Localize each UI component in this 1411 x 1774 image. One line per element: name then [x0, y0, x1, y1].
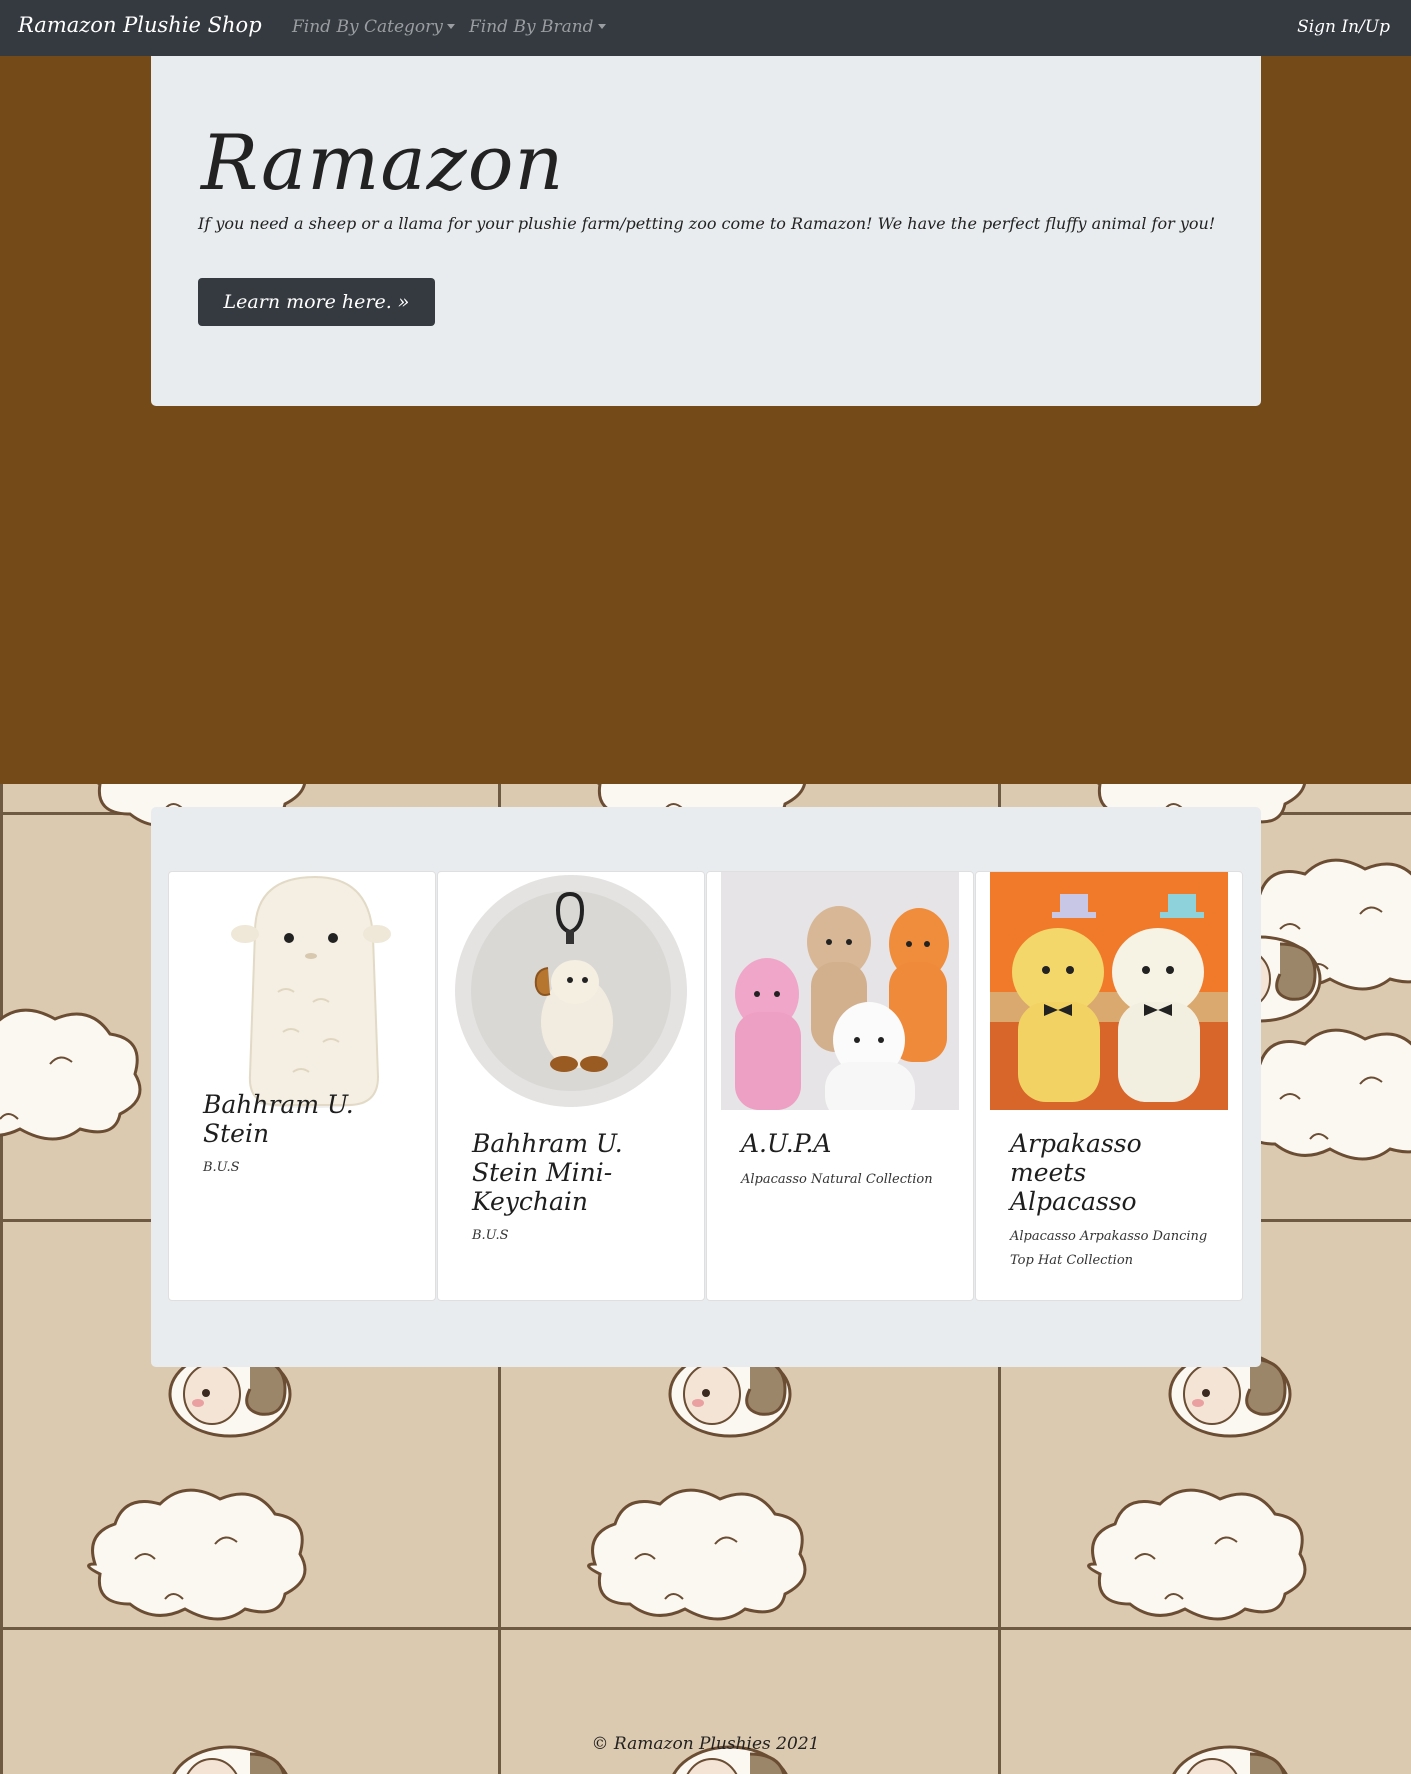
sign-in-up-link[interactable]: Sign In/Up	[1297, 17, 1390, 37]
product-brand: Alpacasso Natural Collection	[741, 1172, 933, 1187]
top-hat-alpacas-illustration	[990, 872, 1228, 1110]
sheep-plush-illustration	[183, 872, 421, 1110]
product-title[interactable]: Bahhram U. Stein Mini-Keychain	[472, 1129, 672, 1216]
ram-keychain-illustration	[452, 872, 690, 1110]
product-image-alpaca-group[interactable]	[721, 872, 959, 1110]
product-image-ram-keychain[interactable]	[452, 872, 690, 1110]
product-brand: B.U.S	[203, 1160, 240, 1175]
product-card[interactable]: A.U.P.A Alpacasso Natural Collection	[706, 871, 974, 1301]
chevron-down-icon	[446, 24, 455, 29]
product-card[interactable]: Arpakasso meets Alpacasso Alpacasso Arpa…	[975, 871, 1243, 1301]
find-by-brand-dropdown[interactable]: Find By Brand	[469, 17, 606, 37]
hero-description: If you need a sheep or a llama for your …	[198, 214, 1216, 233]
product-image-sheep-plush[interactable]	[183, 872, 421, 1110]
product-title[interactable]: Bahhram U. Stein	[203, 1090, 403, 1148]
find-by-category-dropdown[interactable]: Find By Category	[292, 17, 455, 37]
find-by-brand-label: Find By Brand	[469, 17, 594, 37]
footer-copyright: © Ramazon Plushies 2021	[591, 1734, 820, 1754]
product-image-top-hat-alpacas[interactable]	[990, 872, 1228, 1110]
product-title[interactable]: A.U.P.A	[741, 1129, 941, 1158]
brand-link[interactable]: Ramazon Plushie Shop	[18, 13, 262, 37]
learn-more-button[interactable]: Learn more here. »	[198, 278, 435, 326]
chevron-down-icon	[597, 24, 606, 29]
product-card[interactable]: Bahhram U. Stein B.U.S	[168, 871, 436, 1301]
product-brand: B.U.S	[472, 1228, 509, 1243]
find-by-category-label: Find By Category	[292, 17, 443, 37]
product-brand: Alpacasso Arpakasso Dancing Top Hat Coll…	[1010, 1229, 1208, 1268]
top-navbar: Ramazon Plushie Shop Find By Category Fi…	[0, 0, 1411, 56]
product-card[interactable]: Bahhram U. Stein Mini-Keychain B.U.S	[437, 871, 705, 1301]
hero-jumbotron: Ramazon If you need a sheep or a llama f…	[151, 56, 1261, 406]
hero-title: Ramazon	[201, 118, 565, 207]
product-title[interactable]: Arpakasso meets Alpacasso	[1010, 1129, 1210, 1216]
products-panel: Bahhram U. Stein B.U.S Bahhram U. Stein …	[151, 807, 1261, 1367]
alpaca-group-illustration	[721, 872, 959, 1110]
